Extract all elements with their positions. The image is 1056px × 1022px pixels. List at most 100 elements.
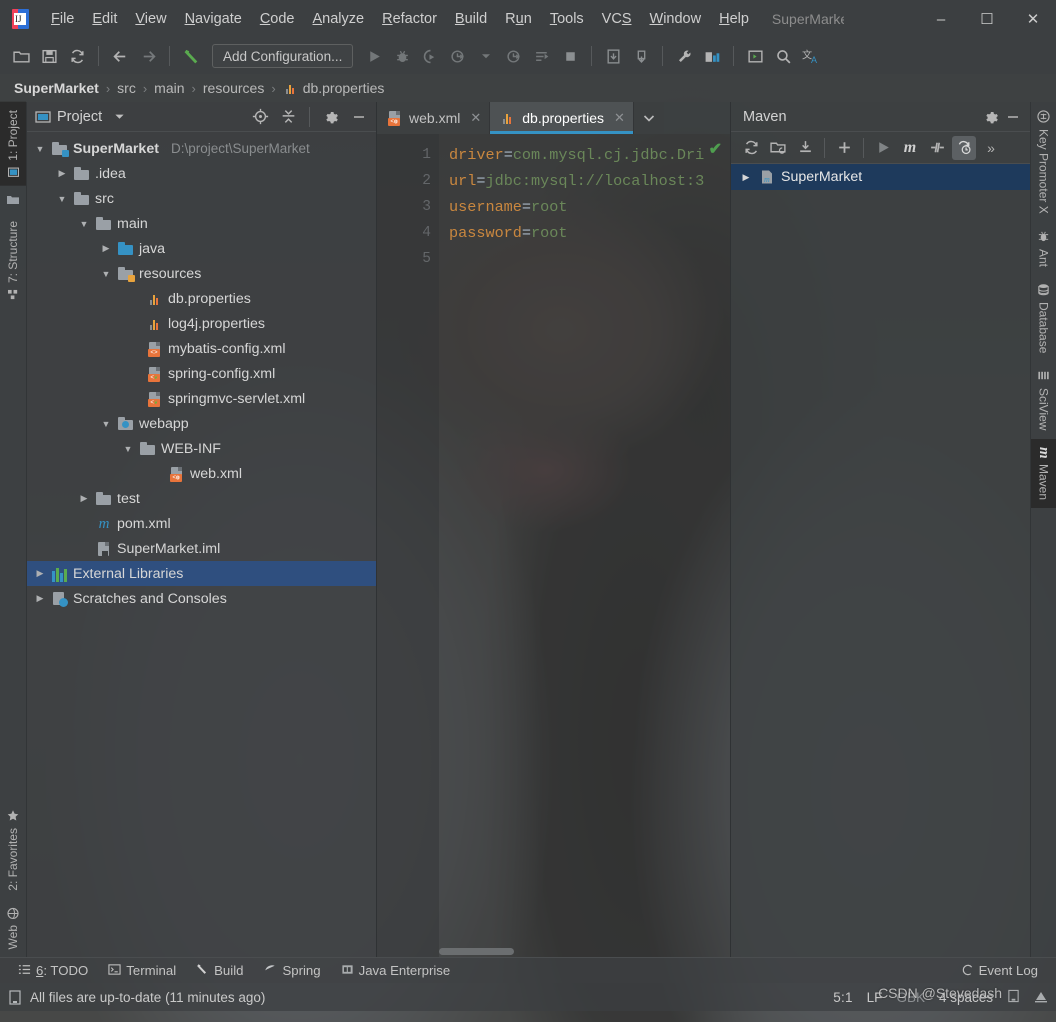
tree-node-resources[interactable]: ▼ resources <box>27 261 376 286</box>
tree-node-log4j-properties[interactable]: ▶ log4j.properties <box>27 311 376 336</box>
breadcrumb-item-src[interactable]: src <box>113 80 140 96</box>
expand-arrow-right-icon[interactable]: ▶ <box>55 168 69 179</box>
run-anything-icon[interactable] <box>529 43 555 69</box>
settings-wrench-icon[interactable] <box>671 43 697 69</box>
collapse-all-icon[interactable] <box>277 106 299 128</box>
project-structure-icon[interactable] <box>699 43 725 69</box>
bottom-item-build[interactable]: Build <box>186 961 253 981</box>
menu-item-build[interactable]: Build <box>446 7 496 31</box>
download-sources-icon[interactable] <box>793 136 817 160</box>
tree-node-supermarket-iml[interactable]: ▶ SuperMarket.iml <box>27 536 376 561</box>
tree-node-pom-xml[interactable]: ▶ m pom.xml <box>27 511 376 536</box>
save-all-icon[interactable] <box>36 43 62 69</box>
commit-icon[interactable] <box>628 43 654 69</box>
sidebar-item-maven[interactable]: m Maven <box>1031 438 1056 509</box>
open-project-icon[interactable] <box>8 43 34 69</box>
close-icon[interactable]: ✕ <box>614 110 625 126</box>
tree-node-spring-config-xml[interactable]: ▶ <❦ spring-config.xml <box>27 361 376 386</box>
run-icon[interactable] <box>871 136 895 160</box>
back-icon[interactable] <box>107 43 133 69</box>
menu-item-edit[interactable]: Edit <box>83 7 126 31</box>
maximize-button[interactable]: ☐ <box>964 0 1010 38</box>
stop-icon[interactable] <box>557 43 583 69</box>
editor-tab-web-xml[interactable]: <◍ web.xml ✕ <box>377 102 491 134</box>
toggle-skip-tests-icon[interactable] <box>925 136 949 160</box>
maven-project-node[interactable]: ▶ m SuperMarket <box>731 164 1030 190</box>
menu-item-refactor[interactable]: Refactor <box>373 7 446 31</box>
expand-arrow-down-icon[interactable]: ▼ <box>33 144 47 154</box>
sidebar-item-sciview[interactable]: SciView <box>1031 361 1056 438</box>
translate-icon[interactable]: 文A <box>798 43 824 69</box>
tree-node-test[interactable]: ▶ test <box>27 486 376 511</box>
sidebar-item-ant[interactable]: Ant <box>1031 222 1056 275</box>
expand-arrow-right-icon[interactable]: ▶ <box>33 593 47 604</box>
code-content[interactable]: driver=com.mysql.cj.jdbc.Dri url=jdbc:my… <box>439 134 730 957</box>
more-icon[interactable]: » <box>979 136 1003 160</box>
expand-arrow-down-icon[interactable]: ▼ <box>55 194 69 204</box>
debug-icon[interactable] <box>389 43 415 69</box>
minimize-button[interactable]: – <box>918 0 964 38</box>
tree-node-web-xml[interactable]: ▶ <◍ web.xml <box>27 461 376 486</box>
close-button[interactable]: ✕ <box>1010 0 1056 38</box>
breadcrumb-item-file[interactable]: db.properties <box>299 80 389 96</box>
locate-icon[interactable] <box>249 106 271 128</box>
menu-item-help[interactable]: Help <box>710 7 758 31</box>
hide-icon[interactable] <box>348 106 370 128</box>
profile-dropdown-icon[interactable] <box>473 43 499 69</box>
tree-node-scratches-and-consoles[interactable]: ▶ Scratches and Consoles <box>27 586 376 611</box>
expand-arrow-down-icon[interactable]: ▼ <box>121 444 135 454</box>
search-everywhere-icon[interactable] <box>770 43 796 69</box>
sidebar-item-favorites[interactable]: 2: Favorites <box>0 802 26 899</box>
toggle-offline-icon[interactable] <box>952 135 976 160</box>
tree-node-webapp[interactable]: ▼ webapp <box>27 411 376 436</box>
editor-tab-db-properties[interactable]: db.properties ✕ <box>490 102 634 134</box>
chevron-down-icon[interactable] <box>633 102 664 134</box>
expand-arrow-right-icon[interactable]: ▶ <box>739 172 753 183</box>
menu-item-view[interactable]: View <box>126 7 175 31</box>
sidebar-item-project[interactable]: 1: Project <box>0 102 26 186</box>
tree-node-springmvc-servlet-xml[interactable]: ▶ <❦ springmvc-servlet.xml <box>27 386 376 411</box>
menu-item-tools[interactable]: Tools <box>541 7 593 31</box>
profile-icon[interactable] <box>445 43 471 69</box>
menu-item-analyze[interactable]: Analyze <box>304 7 374 31</box>
breadcrumb-item-main[interactable]: main <box>150 80 188 96</box>
menu-item-vcs[interactable]: VCS <box>593 7 641 31</box>
tree-node-java[interactable]: ▶ java <box>27 236 376 261</box>
caret-position[interactable]: 5:1 <box>833 990 852 1005</box>
tree-node-supermarket[interactable]: ▼ SuperMarket D:\project\SuperMarket <box>27 136 376 161</box>
expand-arrow-right-icon[interactable]: ▶ <box>99 243 113 254</box>
expand-arrow-right-icon[interactable]: ▶ <box>77 493 91 504</box>
menu-item-file[interactable]: FFileile <box>42 7 83 31</box>
run-with-coverage-icon[interactable] <box>417 43 443 69</box>
breadcrumb-item-resources[interactable]: resources <box>199 80 268 96</box>
update-project-icon[interactable] <box>600 43 626 69</box>
generate-sources-icon[interactable] <box>766 136 790 160</box>
sidebar-item-structure[interactable]: 7: Structure <box>0 213 26 308</box>
settings-gear-icon[interactable] <box>980 106 1002 128</box>
tree-node-db-properties[interactable]: ▶ db.properties <box>27 286 376 311</box>
code-editor[interactable]: 1 2 3 4 5 driver=com.mysql.cj.jdbc.Dri u… <box>377 134 730 957</box>
expand-arrow-down-icon[interactable]: ▼ <box>77 219 91 229</box>
chevron-down-icon[interactable] <box>108 106 130 128</box>
settings-gear-icon[interactable] <box>320 106 342 128</box>
run-configuration-selector[interactable]: Add Configuration... <box>212 44 354 68</box>
read-only-lock-icon[interactable] <box>1007 989 1020 1006</box>
sync-icon[interactable] <box>64 43 90 69</box>
inspection-level-icon[interactable] <box>1034 989 1048 1006</box>
tree-node-mybatis-config-xml[interactable]: ▶ <> mybatis-config.xml <box>27 336 376 361</box>
bottom-item-java-enterprise[interactable]: Java Enterprise <box>331 961 461 981</box>
breadcrumb-item-project[interactable]: SuperMarket <box>10 80 103 96</box>
build-icon[interactable] <box>178 43 204 69</box>
expand-arrow-right-icon[interactable]: ▶ <box>33 568 47 579</box>
run-icon[interactable] <box>361 43 387 69</box>
add-maven-project-icon[interactable] <box>832 136 856 160</box>
sidebar-item-database[interactable]: Database <box>1031 275 1056 361</box>
menu-item-run[interactable]: Run <box>496 7 541 31</box>
tree-node-external-libraries[interactable]: ▶ External Libraries <box>27 561 376 586</box>
sidebar-item-key-promoter-x[interactable]: Key Promoter X <box>1031 102 1056 222</box>
close-icon[interactable]: ✕ <box>470 110 481 126</box>
attach-profiler-icon[interactable] <box>501 43 527 69</box>
menu-item-window[interactable]: Window <box>641 7 711 31</box>
execute-maven-goal-icon[interactable]: m <box>898 136 922 160</box>
menu-item-code[interactable]: Code <box>251 7 304 31</box>
